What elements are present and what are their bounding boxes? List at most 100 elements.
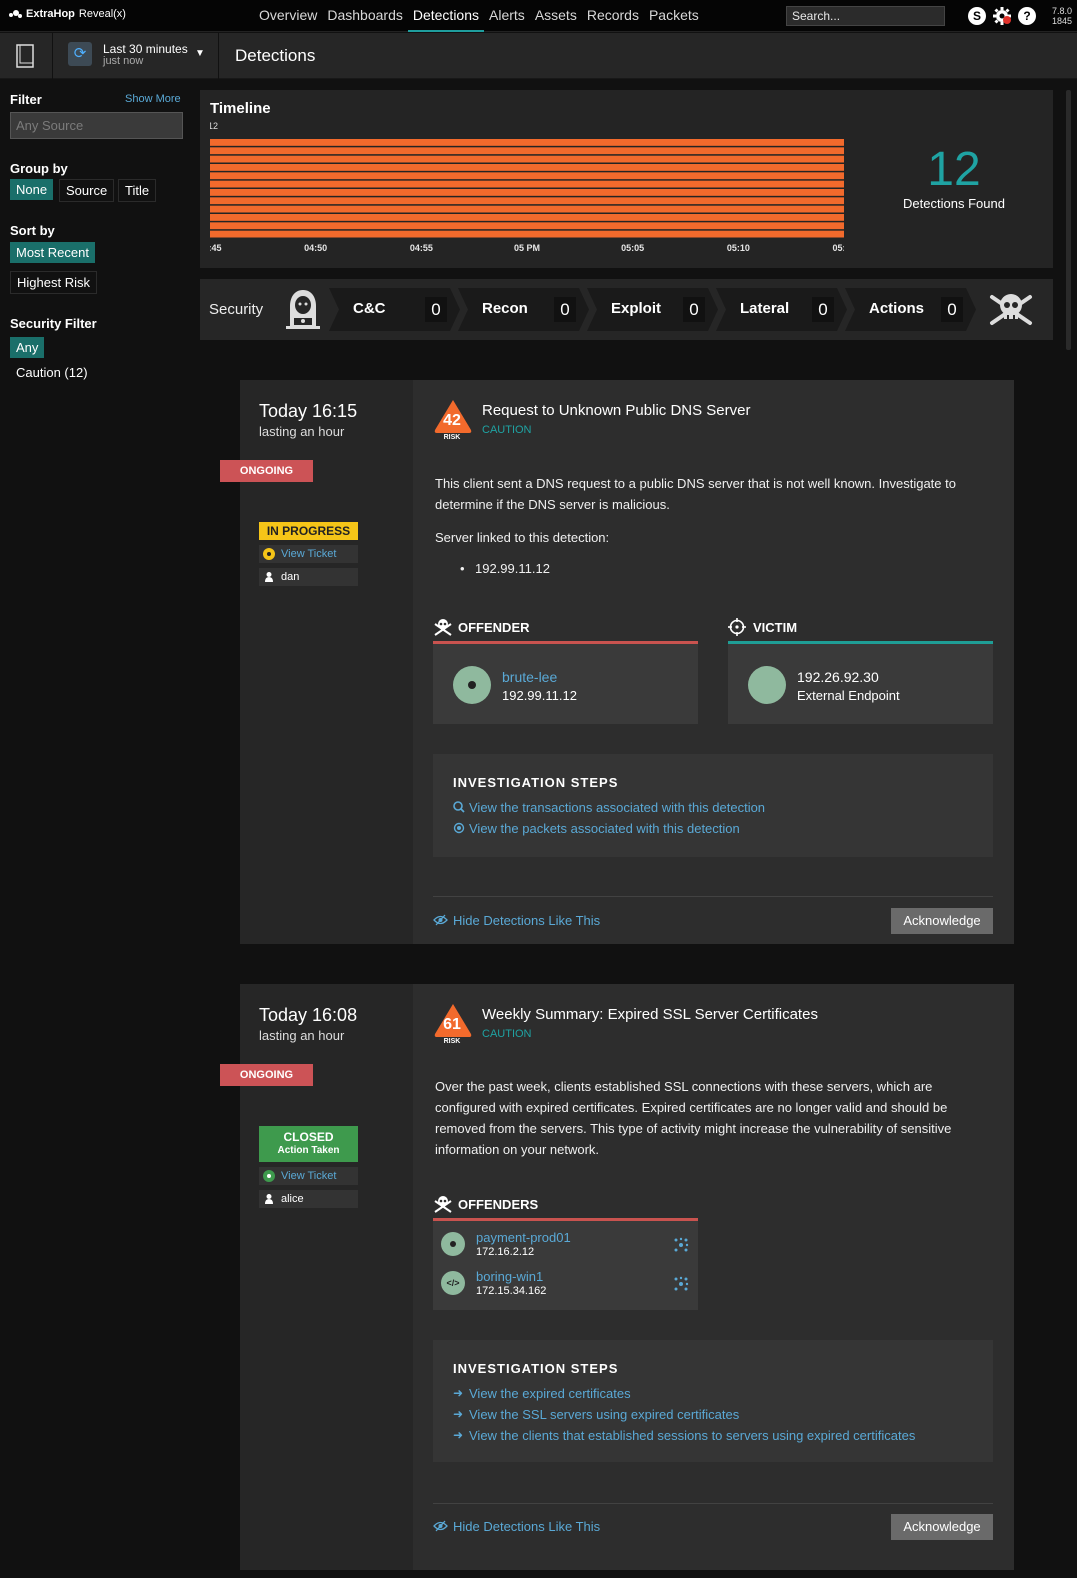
investigation-step-link[interactable]: View the packets associated with this de… — [453, 821, 740, 836]
page-title: Detections — [235, 46, 316, 65]
timeline-detection-bar[interactable] — [210, 189, 844, 196]
detections-count-label: Detections Found — [903, 196, 1005, 211]
sort-by-heading: Sort by — [10, 223, 55, 238]
user-icon — [265, 572, 273, 582]
time-selector[interactable]: ⟳ Last 30 minutes just now ▼ — [54, 33, 219, 79]
chevron-down-icon[interactable]: ▼ — [195, 48, 205, 59]
stage-name: Actions — [869, 300, 925, 317]
device-toggle-button[interactable] — [0, 33, 53, 79]
view-ticket-link[interactable]: View Ticket — [259, 1167, 358, 1185]
stage-lateral[interactable]: Lateral 0 — [716, 288, 847, 331]
detection-category: CAUTION — [482, 1028, 532, 1040]
device-icon — [441, 1232, 465, 1256]
timeline-detection-bar[interactable] — [210, 205, 844, 213]
security-filter-any[interactable]: Any — [10, 337, 45, 358]
nav-alerts[interactable]: Alerts — [484, 0, 530, 32]
linked-server-ip: 192.99.11.12 — [475, 561, 550, 576]
nav-packets[interactable]: Packets — [644, 0, 704, 32]
offender-row[interactable]: </> boring-win1 172.15.34.162 — [433, 1264, 698, 1302]
sort-most-recent[interactable]: Most Recent — [10, 242, 95, 263]
nav-overview[interactable]: Overview — [254, 0, 322, 32]
assignee-name: dan — [281, 571, 300, 583]
stage-exploit[interactable]: Exploit 0 — [587, 288, 718, 331]
hide-detections-link[interactable]: Hide Detections Like This — [433, 1519, 600, 1534]
show-more-link[interactable]: Show More — [125, 93, 181, 105]
stage-name: C&C — [353, 300, 386, 317]
timeline-detection-bar[interactable] — [210, 180, 844, 188]
timeline-detection-bar[interactable] — [210, 214, 844, 221]
settings-gear-icon[interactable] — [992, 6, 1012, 26]
stage-name: Exploit — [611, 300, 662, 317]
status-badge[interactable]: IN PROGRESS — [259, 522, 358, 540]
offender-row[interactable]: payment-prod01 172.16.2.12 — [433, 1225, 698, 1263]
offender-device-name[interactable]: payment-prod01 — [476, 1230, 571, 1245]
packets-icon — [453, 822, 465, 834]
investigation-step-link[interactable]: ➜ View the SSL servers using expired cer… — [453, 1407, 739, 1422]
timeline-detection-bar[interactable] — [210, 172, 844, 180]
page-scrollbar[interactable] — [1066, 90, 1071, 350]
skull-crossbones-icon — [990, 294, 1032, 325]
ongoing-badge: ONGOING — [220, 460, 313, 482]
group-by-source[interactable]: Source — [59, 179, 115, 202]
hide-detections-link[interactable]: Hide Detections Like This — [433, 913, 600, 928]
acknowledge-button[interactable]: Acknowledge — [891, 1514, 993, 1540]
acknowledge-button[interactable]: Acknowledge — [891, 908, 993, 934]
network-map-icon[interactable] — [673, 1237, 689, 1253]
timeline-detection-bar[interactable] — [210, 147, 844, 155]
offender-device-name[interactable]: brute-lee — [502, 669, 557, 685]
assignee: dan — [259, 568, 358, 586]
victim-card: 192.26.92.30 External Endpoint — [728, 641, 993, 724]
status-sub-label: Action Taken — [277, 1145, 340, 1156]
detection-card[interactable]: Today 16:15 lasting an hour ONGOING IN P… — [220, 380, 1014, 944]
user-avatar-icon[interactable]: S — [968, 7, 986, 25]
timeline-detection-bar[interactable] — [210, 230, 844, 238]
detection-duration: lasting an hour — [259, 424, 345, 439]
investigation-step-link[interactable]: ➜ View the clients that established sess… — [453, 1428, 915, 1443]
assignee: alice — [259, 1190, 358, 1208]
detection-description: Over the past week, clients established … — [435, 1079, 952, 1157]
investigation-step-link[interactable]: View the transactions associated with th… — [453, 800, 765, 815]
victim-endpoint-type: External Endpoint — [797, 688, 900, 703]
nav-assets[interactable]: Assets — [530, 0, 582, 32]
refresh-icon[interactable]: ⟳ — [68, 42, 92, 66]
extrahop-logo[interactable]: ExtraHop Reveal(x) — [8, 8, 126, 20]
help-icon[interactable]: ? — [1018, 7, 1036, 25]
timeline-detection-bar[interactable] — [210, 155, 844, 163]
nav-records[interactable]: Records — [582, 0, 644, 32]
timeline-detection-bar[interactable] — [210, 222, 844, 230]
global-search-input[interactable] — [786, 6, 945, 26]
detection-time: Today 16:08 — [259, 1005, 358, 1025]
investigation-steps-panel: INVESTIGATION STEPS View the transaction… — [433, 754, 993, 857]
offenders-label: OFFENDERS — [458, 1197, 539, 1212]
timeline-detection-bar[interactable] — [210, 139, 844, 146]
timeline-detection-bar[interactable] — [210, 197, 844, 205]
source-filter-input[interactable] — [10, 112, 183, 139]
offender-device-name[interactable]: boring-win1 — [476, 1269, 543, 1284]
nav-dashboards[interactable]: Dashboards — [322, 0, 408, 32]
stage-recon[interactable]: Recon 0 — [458, 288, 589, 331]
detection-title[interactable]: Weekly Summary: Expired SSL Server Certi… — [482, 1006, 818, 1023]
sort-highest-risk[interactable]: Highest Risk — [10, 271, 97, 294]
extrahop-logo-icon — [9, 10, 22, 18]
victim-endpoint-ip[interactable]: 192.26.92.30 — [797, 669, 879, 685]
timeline-chart[interactable]: 04:45 04:50 04:55 05 PM 05:05 05:10 05:15 — [210, 130, 850, 255]
stage-actions[interactable]: Actions 0 — [845, 288, 976, 331]
status-badge[interactable]: CLOSED Action Taken — [259, 1126, 358, 1162]
nav-detections[interactable]: Detections — [407, 0, 485, 32]
security-filter-caution[interactable]: Caution (12) — [10, 362, 94, 383]
linked-server-item: • 192.99.11.12 — [460, 561, 550, 576]
view-ticket-link[interactable]: View Ticket — [259, 545, 358, 563]
network-map-icon[interactable] — [673, 1276, 689, 1292]
timeline-detection-bar[interactable] — [210, 164, 844, 171]
group-by-title[interactable]: Title — [118, 179, 157, 202]
top-navigation-bar: ExtraHop Reveal(x) Overview Dashboards D… — [0, 0, 1077, 32]
hacker-icon — [286, 290, 320, 329]
ticket-status-icon — [263, 548, 275, 560]
stage-command-and-control[interactable]: C&C 0 — [329, 288, 460, 331]
detection-meta-column: Today 16:15 lasting an hour ONGOING IN P… — [220, 380, 413, 944]
detection-duration: lasting an hour — [259, 1028, 345, 1043]
detection-title[interactable]: Request to Unknown Public DNS Server — [482, 402, 750, 419]
group-by-none[interactable]: None — [10, 179, 54, 200]
detection-card[interactable]: Today 16:08 lasting an hour ONGOING CLOS… — [220, 984, 1014, 1570]
investigation-step-link[interactable]: ➜ View the expired certificates — [453, 1386, 631, 1401]
